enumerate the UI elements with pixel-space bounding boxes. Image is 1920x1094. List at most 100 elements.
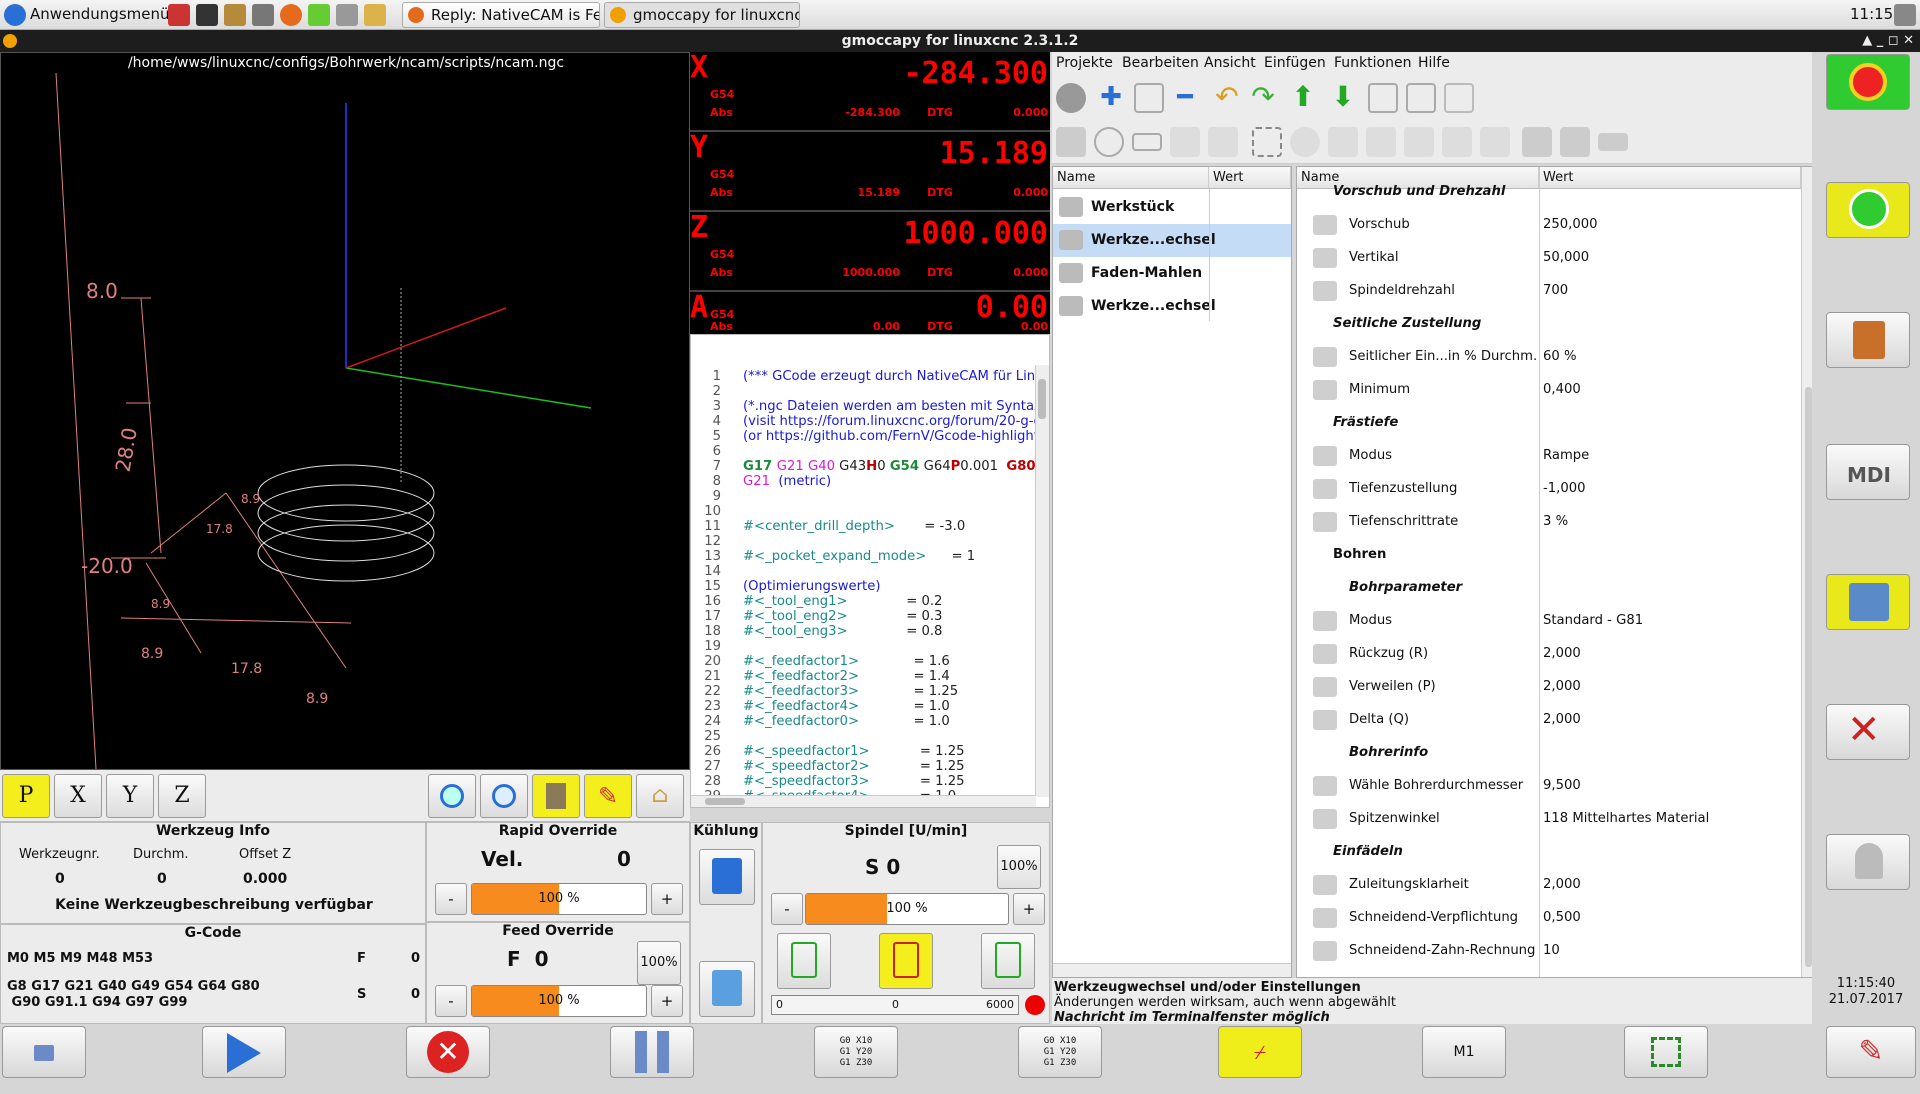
tree-col-value[interactable]: Wert bbox=[1209, 167, 1291, 189]
tree-item-werkzeugwechsel[interactable]: Werkze...echsel bbox=[1053, 290, 1291, 323]
undo-icon[interactable]: ↶ bbox=[1212, 83, 1242, 113]
duplicate-icon[interactable] bbox=[1134, 83, 1164, 113]
terminal-icon[interactable] bbox=[196, 4, 218, 26]
move-up-icon[interactable]: ⬆ bbox=[1288, 83, 1318, 113]
spindle-plus-button[interactable]: + bbox=[1013, 893, 1045, 925]
manual-mode-button[interactable] bbox=[1826, 312, 1910, 368]
zoom-in-button[interactable] bbox=[428, 774, 476, 818]
mdi-button[interactable]: MDI bbox=[1826, 444, 1910, 500]
optional-stop-button[interactable]: M1 bbox=[1422, 1026, 1506, 1078]
gcode-preview[interactable]: /home/wws/linuxcnc/configs/Bohrwerk/ncam… bbox=[0, 52, 690, 770]
gcode-line[interactable]: 12 bbox=[691, 534, 1036, 549]
menu-projekte[interactable]: Projekte bbox=[1056, 55, 1113, 71]
property-panel[interactable]: Name Wert Vorschub und Drehzahl Vorschub 2… bbox=[1296, 166, 1816, 978]
gcode-line[interactable]: 20 #<_feedfactor1> = 1.6 bbox=[691, 654, 1036, 669]
property-value[interactable]: 2,000 bbox=[1543, 670, 1581, 703]
window-icon[interactable] bbox=[336, 4, 358, 26]
dro-x[interactable]: X -284.300 G54 Abs -284.300 DTG 0.000 bbox=[690, 50, 1050, 132]
menu-funktionen[interactable]: Funktionen bbox=[1334, 55, 1411, 71]
property-group[interactable]: Bohren bbox=[1297, 538, 1813, 571]
gcode-line[interactable]: 16 #<_tool_eng1> = 0.2 bbox=[691, 594, 1036, 609]
property-value[interactable]: 0,400 bbox=[1543, 373, 1581, 406]
gcode-line[interactable]: 28 #<_speedfactor3> = 1.25 bbox=[691, 774, 1036, 789]
remove-icon[interactable]: ━ bbox=[1170, 83, 1200, 113]
hole-matrix-icon[interactable] bbox=[1328, 127, 1358, 157]
gcode-line[interactable]: 19 bbox=[691, 639, 1036, 654]
property-group[interactable]: Frästiefe bbox=[1297, 406, 1813, 439]
network-icon[interactable] bbox=[308, 4, 330, 26]
property-row[interactable]: Tiefenschrittrate 3 % bbox=[1297, 505, 1813, 538]
property-row[interactable]: Vertikal 50,000 bbox=[1297, 241, 1813, 274]
slot-icon[interactable] bbox=[1170, 127, 1200, 157]
gcode-line[interactable]: 27 #<_speedfactor2> = 1.25 bbox=[691, 759, 1036, 774]
run-button[interactable] bbox=[202, 1026, 286, 1078]
property-value[interactable]: 118 Mittelhartes Material bbox=[1543, 802, 1709, 835]
gcode-line[interactable]: 3 (*.ngc Dateien werden am besten mit Syn… bbox=[691, 399, 1036, 414]
task-gmoccapy[interactable]: gmoccapy for linuxcnc ... bbox=[604, 2, 800, 28]
tree-hscroll[interactable] bbox=[1053, 963, 1291, 977]
property-value[interactable]: 250,000 bbox=[1543, 208, 1598, 241]
feed-minus-button[interactable]: - bbox=[435, 985, 467, 1017]
property-value[interactable]: 2,000 bbox=[1543, 868, 1581, 901]
property-row[interactable]: Wähle Bohrerdurchmesser 9,500 bbox=[1297, 769, 1813, 802]
zoom-out-button[interactable] bbox=[480, 774, 528, 818]
dro-y[interactable]: Y 15.189 G54 Abs 15.189 DTG 0.000 bbox=[690, 130, 1050, 212]
settings-button[interactable]: ✕ bbox=[1826, 704, 1910, 760]
redo-icon[interactable]: ↷ bbox=[1248, 83, 1278, 113]
property-group[interactable]: Bohrparameter bbox=[1297, 571, 1813, 604]
property-value[interactable]: 3 % bbox=[1543, 505, 1568, 538]
spindle-ccw-button[interactable] bbox=[777, 933, 831, 989]
edit-file-button[interactable]: ✎ bbox=[1826, 1026, 1916, 1078]
app-menu-icon[interactable] bbox=[4, 4, 26, 26]
property-row[interactable]: Rückzug (R) 2,000 bbox=[1297, 637, 1813, 670]
property-value[interactable]: 60 % bbox=[1543, 340, 1577, 373]
settings-icon[interactable] bbox=[252, 4, 274, 26]
tree-item-werkstueck[interactable]: Werkstück bbox=[1053, 191, 1291, 224]
gcode-line[interactable]: 6 bbox=[691, 444, 1036, 459]
thread-icon[interactable] bbox=[1522, 127, 1552, 157]
property-value[interactable]: 9,500 bbox=[1543, 769, 1581, 802]
step-button[interactable]: G0 X10 G1 Y20 G1 Z30 bbox=[814, 1026, 898, 1078]
property-group[interactable]: Seitliche Zustellung bbox=[1297, 307, 1813, 340]
drill-circle-icon[interactable] bbox=[1442, 127, 1472, 157]
gcode-line[interactable]: 14 bbox=[691, 564, 1036, 579]
menu-hilfe[interactable]: Hilfe bbox=[1418, 55, 1450, 71]
project-tree[interactable]: Name Wert Werkstück Werkze...echsel Fade… bbox=[1052, 166, 1292, 978]
property-group[interactable]: Vorschub und Drehzahl bbox=[1297, 175, 1813, 208]
property-value[interactable]: 10 bbox=[1543, 934, 1560, 967]
property-value[interactable]: 2,000 bbox=[1543, 703, 1581, 736]
tool-change-icon[interactable] bbox=[1056, 127, 1086, 157]
gcode-line[interactable]: 22 #<_feedfactor3> = 1.25 bbox=[691, 684, 1036, 699]
rapid-plus-button[interactable]: + bbox=[651, 883, 683, 915]
gcode-line[interactable]: 4 (visit https://forum.linuxcnc.org/forum… bbox=[691, 414, 1036, 429]
firefox-icon[interactable] bbox=[280, 4, 302, 26]
user-tabs-button[interactable] bbox=[1826, 834, 1910, 890]
menu-einfuegen[interactable]: Einfügen bbox=[1264, 55, 1326, 71]
view-p-button[interactable]: P bbox=[2, 774, 50, 818]
optional-block-delete-button[interactable]: ⌿ bbox=[1218, 1026, 1302, 1078]
property-value[interactable]: 2,000 bbox=[1543, 637, 1581, 670]
circle-icon[interactable] bbox=[1094, 127, 1124, 157]
property-row[interactable]: Modus Rampe bbox=[1297, 439, 1813, 472]
move-down-icon[interactable]: ⬇ bbox=[1328, 83, 1358, 113]
gcode-line[interactable]: 2 bbox=[691, 384, 1036, 399]
property-row[interactable]: Vorschub 250,000 bbox=[1297, 208, 1813, 241]
feed-override-slider[interactable]: 100 % bbox=[471, 985, 647, 1017]
property-row[interactable]: Spindeldrehzahl 700 bbox=[1297, 274, 1813, 307]
outdent-icon[interactable] bbox=[1406, 83, 1436, 113]
property-row[interactable]: Verweilen (P) 2,000 bbox=[1297, 670, 1813, 703]
clear-plot-button[interactable]: ⌂ bbox=[636, 774, 684, 818]
gcode-line[interactable]: 7G17 G21 G40 G43H0 G54 G64P0.001 G80 G bbox=[691, 459, 1036, 474]
property-value[interactable]: 700 bbox=[1543, 274, 1568, 307]
property-row[interactable]: Modus Standard - G81 bbox=[1297, 604, 1813, 637]
gcode-hscroll[interactable] bbox=[691, 795, 1036, 807]
view-x-button[interactable]: X bbox=[54, 774, 102, 818]
rectangle-icon[interactable] bbox=[1132, 133, 1162, 151]
arc-icon[interactable] bbox=[1208, 127, 1238, 157]
property-row[interactable]: Schneidend-Verpflichtung 0,500 bbox=[1297, 901, 1813, 934]
stock-icon[interactable] bbox=[1598, 133, 1628, 151]
estop-button[interactable] bbox=[1826, 54, 1910, 110]
add-icon[interactable]: ✚ bbox=[1096, 83, 1126, 113]
property-row[interactable]: Delta (Q) 2,000 bbox=[1297, 703, 1813, 736]
gcode-line[interactable]: 17 #<_tool_eng2> = 0.3 bbox=[691, 609, 1036, 624]
